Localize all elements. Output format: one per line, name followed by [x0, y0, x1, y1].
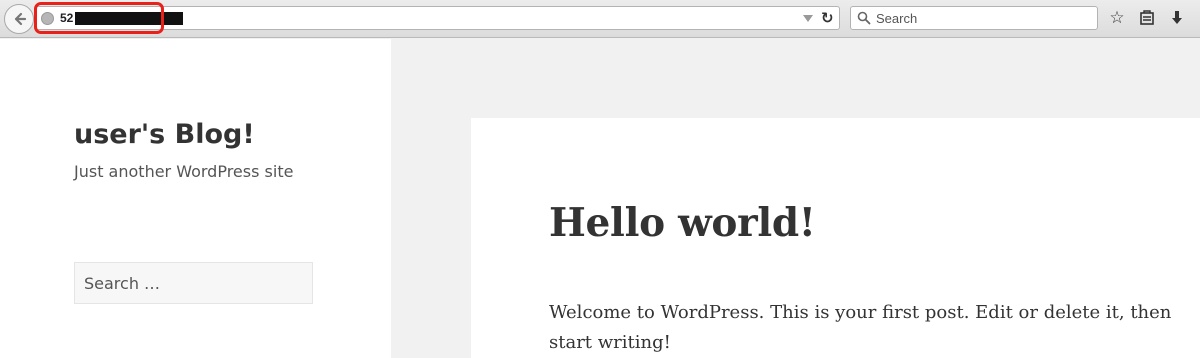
search-placeholder: Search [876, 11, 918, 26]
browser-search-input[interactable]: Search [850, 6, 1098, 30]
bookmark-star-icon[interactable]: ☆ [1106, 7, 1128, 29]
post-title[interactable]: Hello world! [549, 200, 816, 246]
back-arrow-icon [14, 12, 27, 26]
post-body: Welcome to WordPress. This is your first… [549, 302, 1172, 353]
reading-list-icon[interactable] [1136, 7, 1158, 29]
dropdown-arrow-icon[interactable] [803, 15, 813, 22]
download-icon[interactable] [1166, 7, 1188, 29]
back-button[interactable] [4, 4, 34, 34]
sidebar-search-input[interactable] [74, 262, 313, 304]
sidebar: user's Blog! Just another WordPress site [0, 39, 391, 358]
browser-toolbar: 52 ↻ Search ☆ [0, 0, 1200, 38]
site-description: Just another WordPress site [74, 162, 294, 181]
url-highlight-annotation [34, 2, 164, 34]
post-card: Hello world! Welcome to WordPress. This … [471, 118, 1200, 358]
site-title[interactable]: user's Blog! [74, 119, 255, 150]
reload-icon[interactable]: ↻ [821, 9, 834, 27]
search-icon [857, 11, 871, 25]
